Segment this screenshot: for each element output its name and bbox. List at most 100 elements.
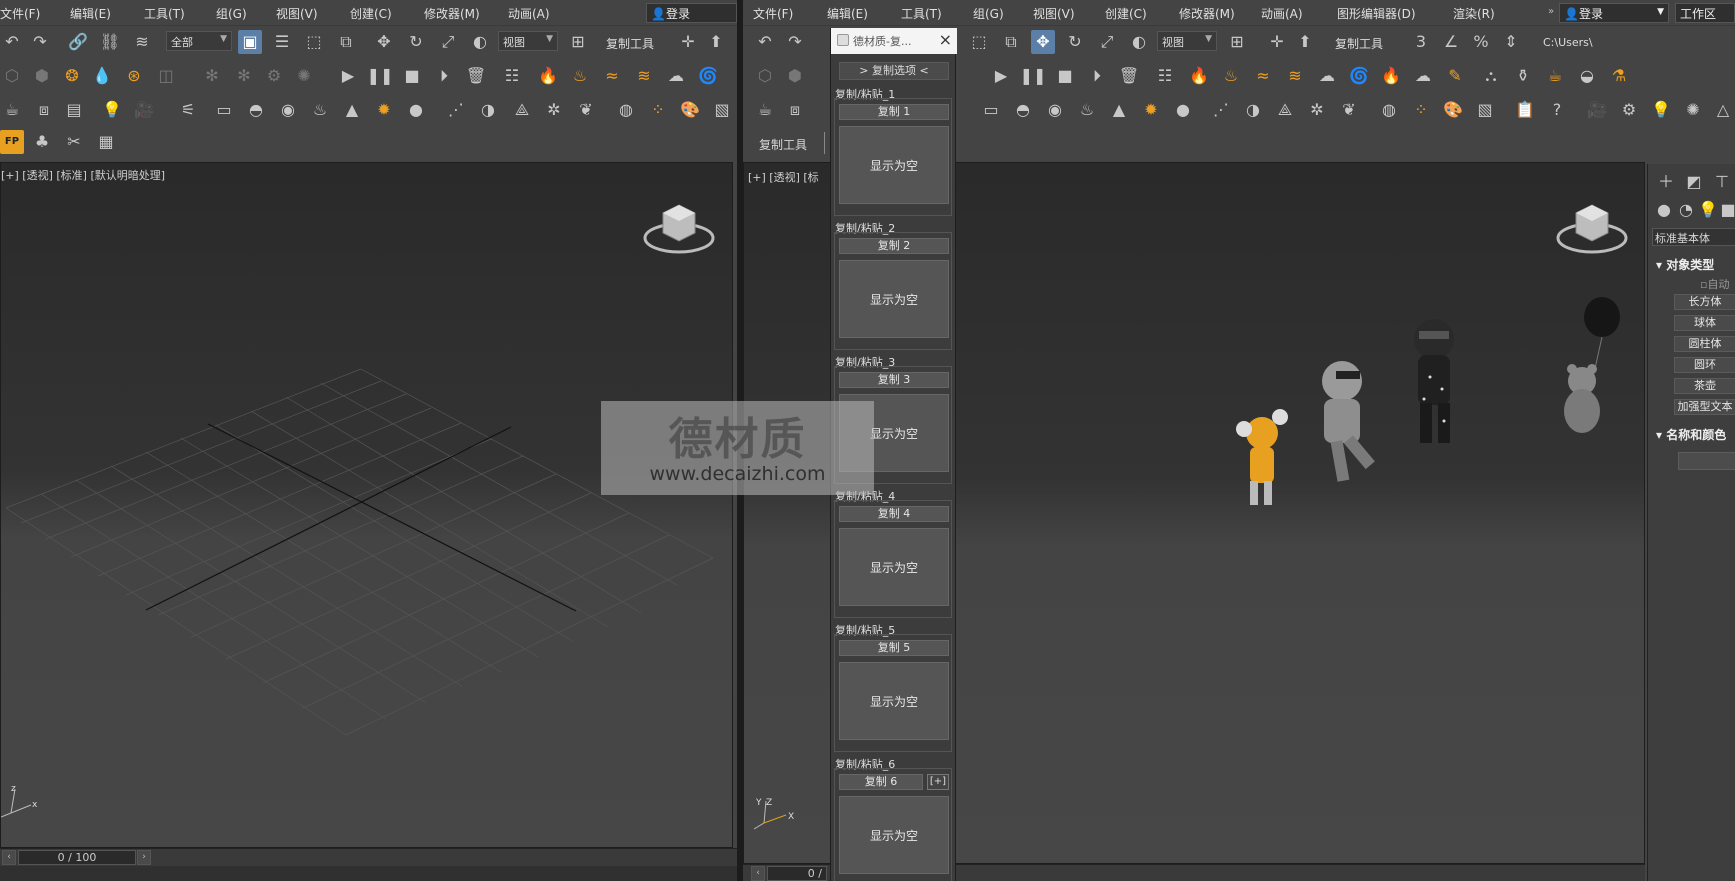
right-keyboard-shortcut-icon[interactable]: ⬆ [1293,30,1317,54]
angle-snap-icon[interactable]: ∠ [1439,30,1463,54]
box-button[interactable]: 长方体 [1674,294,1735,310]
right-step-icon[interactable]: ⏵ [1085,64,1109,88]
table-icon[interactable]: ▦ [94,130,118,154]
geometry-category-icon[interactable]: ● [1652,198,1676,222]
rotate-icon[interactable]: ↻ [404,30,428,54]
right-mesh-triangle-icon[interactable]: ⟁ [1273,98,1297,122]
ball-icon[interactable]: ● [404,98,428,122]
left-menu-create[interactable]: 创建(C) [350,5,392,22]
left-menu-group[interactable]: 组(G) [216,5,247,22]
right-undo-icon[interactable]: ↶ [753,30,777,54]
fp-plugin-icon[interactable]: FP [0,130,24,154]
cone-icon[interactable]: ▲ [340,98,364,122]
left-menu-edit[interactable]: 编辑(E) [70,5,111,22]
modify-tab-icon[interactable]: ◩ [1682,170,1706,194]
right-sphere-light-icon[interactable]: ◉ [1043,98,1067,122]
paste-6-preview-button[interactable]: 显示为空 [839,796,949,874]
cameras-category-icon[interactable]: ■ [1716,198,1735,222]
particle-sphere-icon[interactable]: ❂ [60,64,84,88]
right-cup-icon[interactable]: ☕ [1543,64,1567,88]
right-cube-icon[interactable]: ⬡ [753,64,777,88]
right-pivot-center-icon[interactable]: ⊞ [1225,30,1249,54]
right-flame-wave-2-icon[interactable]: ≋ [1283,64,1307,88]
place-icon[interactable]: ◐ [468,30,492,54]
window-crossing-icon[interactable]: ⧉ [334,30,358,54]
grid-plane-icon[interactable]: ⋰ [444,98,468,122]
select-object-icon[interactable]: ▣ [238,30,262,54]
left-ref-coord-dropdown[interactable]: 视图 ▼ [498,31,558,51]
right-cone-icon[interactable]: ▲ [1107,98,1131,122]
right-place-icon[interactable]: ◐ [1127,30,1151,54]
right-jar-icon[interactable]: ⚗ [1607,64,1631,88]
picture-icon[interactable]: ▤ [62,98,86,122]
paste-4-preview-button[interactable]: 显示为空 [839,528,949,606]
play-icon[interactable]: ▶ [336,64,360,88]
cylinder-button[interactable]: 圆柱体 [1674,336,1735,352]
auto-grid-checkbox[interactable]: ▫自动 [1700,276,1729,292]
right-menu-rendering[interactable]: 渲染(R) [1453,5,1495,22]
paste-1-preview-button[interactable]: 显示为空 [839,126,949,204]
list-icon[interactable]: ☷ [500,64,524,88]
right-shaded-sphere-icon[interactable]: ◍ [1377,98,1401,122]
right-copy-tool-label[interactable]: 复制工具 [1335,35,1383,52]
teapot-2-icon[interactable]: ♨ [308,98,332,122]
paste-5-preview-button[interactable]: 显示为空 [839,662,949,740]
light-bulb-icon[interactable]: 💡 [100,98,124,122]
right-pause-icon[interactable]: ❚❚ [1020,64,1047,88]
sphere-light-icon[interactable]: ◉ [276,98,300,122]
right-gear-ball-icon[interactable]: ✲ [1305,98,1329,122]
right-ref-coord-dropdown[interactable]: 视图 ▼ [1157,31,1217,51]
right-time-prev-icon[interactable]: ‹ [751,866,765,881]
left-copy-tool-label[interactable]: 复制工具 [606,35,654,52]
fire-icon[interactable]: 🔥 [536,64,560,88]
trash-icon[interactable]: 🗑 [464,64,488,88]
percent-snap-icon[interactable]: % [1469,30,1493,54]
torus-button[interactable]: 圆环 [1674,357,1735,373]
right-menu-edit[interactable]: 编辑(E) [827,5,868,22]
plane-icon[interactable]: ▭ [212,98,236,122]
swirl-icon[interactable]: 🌀 [696,64,720,88]
copy-5-button[interactable]: 复制 5 [839,640,949,656]
right-bulb-icon[interactable]: 💡 [1649,98,1673,122]
dome-icon[interactable]: ◓ [244,98,268,122]
drop-icon[interactable]: 💧 [90,64,114,88]
teapot-icon[interactable]: ☕ [0,98,24,122]
mesh-triangle-icon[interactable]: ⟁ [510,98,534,122]
right-brush-icon[interactable]: ✎ [1443,64,1467,88]
right-list-icon[interactable]: ☷ [1153,64,1177,88]
left-menu-tools[interactable]: 工具(T) [144,5,185,22]
right-teapot-2-icon[interactable]: ♨ [1075,98,1099,122]
right-menu-overflow-icon[interactable]: » [1548,6,1554,17]
right-rect-selection-icon[interactable]: ⬚ [967,30,991,54]
copy-2-button[interactable]: 复制 2 [839,238,949,254]
left-perspective-viewport[interactable]: [+] [透视] [标准] [默认明暗处理] z x [0,162,733,848]
select-and-manipulate-icon[interactable]: ✛ [676,30,700,54]
sun-icon[interactable]: ✹ [372,98,396,122]
right-help-icon[interactable]: ? [1545,98,1569,122]
right-scale-icon[interactable]: ⤢ [1095,30,1119,54]
right-time-value[interactable]: 0 / [767,866,827,881]
left-viewcube-icon[interactable] [641,193,721,263]
left-menu-animation[interactable]: 动画(A) [508,5,550,22]
right-menu-group[interactable]: 组(G) [973,5,1004,22]
pause-icon[interactable]: ❚❚ [367,64,394,88]
right-move-icon[interactable]: ✥ [1031,30,1055,54]
object-name-field[interactable] [1678,452,1735,470]
camera-frame-icon[interactable]: ⧈ [32,98,56,122]
copy-3-button[interactable]: 复制 3 [839,372,949,388]
snap-3d-icon[interactable]: 3 [1409,30,1433,54]
right-menu-animation[interactable]: 动画(A) [1261,5,1303,22]
right-half-sphere-icon[interactable]: ◑ [1241,98,1265,122]
link-icon[interactable]: 🔗 [66,30,90,54]
right-cube-outline-icon[interactable]: ⬢ [783,64,807,88]
geometry-category-dropdown[interactable]: 标准基本体 [1652,228,1735,246]
rect-selection-icon[interactable]: ⬚ [302,30,326,54]
right-bowl-icon[interactable]: ◒ [1575,64,1599,88]
cube-icon[interactable]: ⬡ [0,64,24,88]
right-helper-icon[interactable]: ⛬ [1479,64,1503,88]
right-camera-dolly-icon[interactable]: 🎥 [1585,98,1609,122]
paste-2-preview-button[interactable]: 显示为空 [839,260,949,338]
right-menu-modifiers[interactable]: 修改器(M) [1179,5,1235,22]
copy-4-button[interactable]: 复制 4 [839,506,949,522]
right-play-icon[interactable]: ▶ [989,64,1013,88]
